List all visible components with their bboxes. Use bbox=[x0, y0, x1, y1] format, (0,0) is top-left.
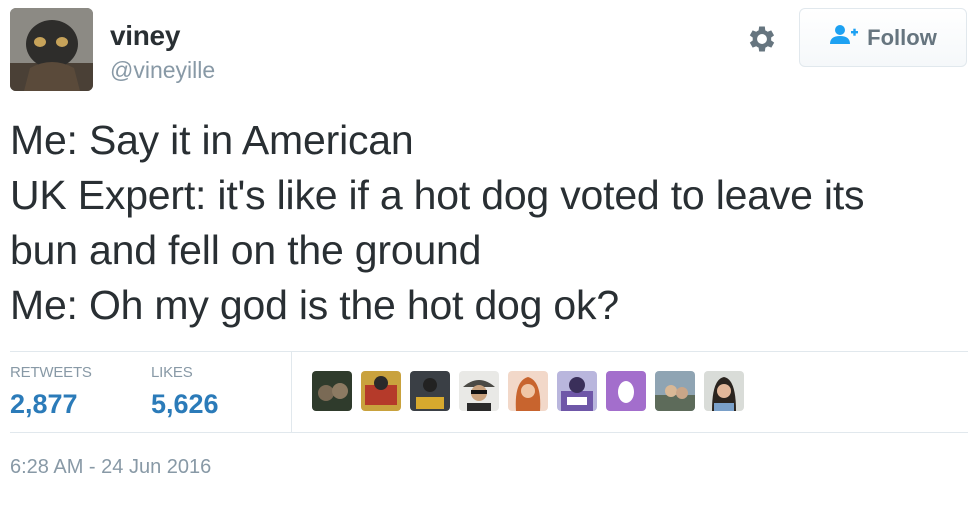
tweet-line: Me: Say it in American bbox=[10, 117, 414, 163]
liker-avatar[interactable] bbox=[459, 371, 499, 411]
follow-label: Follow bbox=[867, 24, 937, 50]
liker-avatar[interactable] bbox=[361, 371, 401, 411]
liker-avatar[interactable] bbox=[410, 371, 450, 411]
tweet-text: Me: Say it in American UK Expert: it's l… bbox=[10, 113, 970, 333]
liker-avatar[interactable] bbox=[655, 371, 695, 411]
liker-avatar[interactable] bbox=[508, 371, 548, 411]
timestamp[interactable]: 6:28 AM - 24 Jun 2016 bbox=[10, 456, 211, 479]
follow-user-icon bbox=[829, 24, 859, 51]
username[interactable]: @vineyille bbox=[110, 57, 215, 84]
follow-button[interactable]: Follow bbox=[799, 8, 967, 67]
retweets-count: 2,877 bbox=[10, 389, 78, 419]
likes-label: LIKES bbox=[151, 364, 193, 381]
stats-separator bbox=[291, 352, 292, 432]
tweet-line: UK Expert: it's like if a hot dog voted … bbox=[10, 172, 865, 218]
tweet-line: Me: Oh my god is the hot dog ok? bbox=[10, 282, 619, 328]
retweets-stat[interactable]: RETWEETS 2,877 bbox=[10, 364, 92, 420]
retweets-label: RETWEETS bbox=[10, 364, 92, 381]
likes-stat[interactable]: LIKES 5,626 bbox=[151, 364, 219, 420]
liker-avatar[interactable] bbox=[704, 371, 744, 411]
avatar[interactable] bbox=[10, 8, 93, 91]
liker-avatar[interactable] bbox=[557, 371, 597, 411]
gear-icon[interactable] bbox=[745, 22, 779, 56]
display-name[interactable]: viney bbox=[110, 20, 180, 52]
likes-count: 5,626 bbox=[151, 389, 219, 419]
divider bbox=[10, 351, 968, 352]
tweet-line: bun and fell on the ground bbox=[10, 227, 482, 273]
liker-avatars bbox=[312, 371, 753, 411]
divider bbox=[10, 432, 968, 433]
liker-avatar[interactable] bbox=[312, 371, 352, 411]
liker-avatar[interactable] bbox=[606, 371, 646, 411]
